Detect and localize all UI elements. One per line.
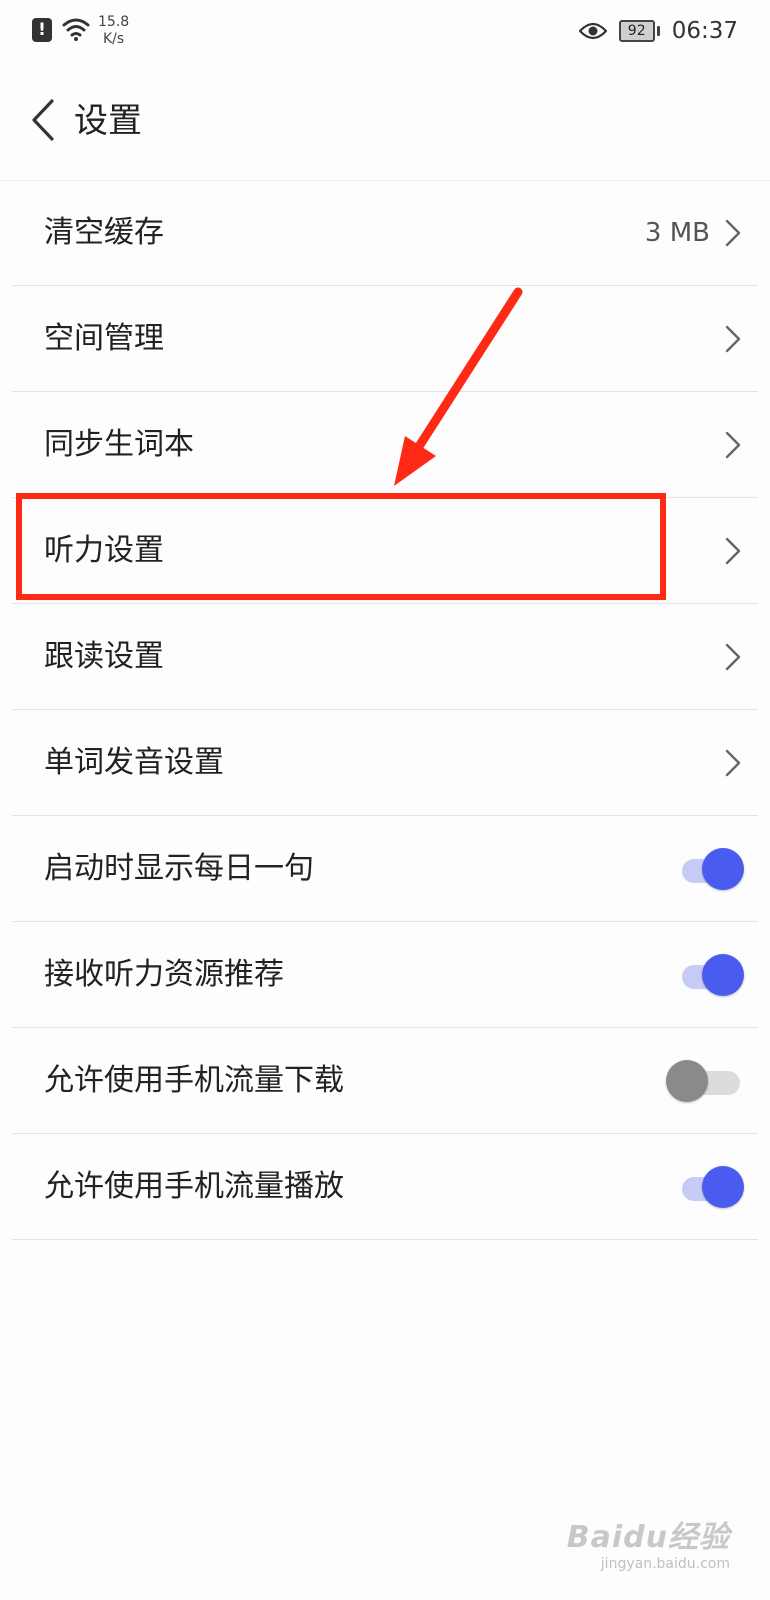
toggle-knob xyxy=(702,848,744,890)
chevron-right-icon xyxy=(725,431,741,459)
mobile-data-playback-toggle[interactable] xyxy=(680,1166,744,1208)
alert-icon: ! xyxy=(32,18,52,42)
settings-item-label: 启动时显示每日一句 xyxy=(44,851,314,886)
watermark: Baidu经验 jingyan.baidu.com xyxy=(567,1512,730,1572)
net-speed-value: 15.8 xyxy=(98,14,130,30)
net-speed-unit: K/s xyxy=(102,31,125,47)
status-bar-left: ! 15.8 K/s xyxy=(32,14,129,48)
battery-tip xyxy=(656,26,660,36)
wifi-icon xyxy=(62,18,90,41)
status-bar: ! 15.8 K/s 92 06:37 xyxy=(0,0,770,60)
status-bar-right: 92 06:37 xyxy=(578,14,738,48)
app-header: 设置 xyxy=(0,60,770,181)
listening-recommend-toggle[interactable] xyxy=(680,954,744,996)
settings-list: 清空缓存 3 MB 空间管理 同步生词本 听力设置 跟读设置 单词发音设置 启动… xyxy=(12,180,758,1240)
settings-item-label: 听力设置 xyxy=(44,533,164,568)
chevron-right-icon xyxy=(725,537,741,565)
watermark-url: jingyan.baidu.com xyxy=(600,1556,730,1572)
settings-item-label: 同步生词本 xyxy=(44,427,194,462)
chevron-right-icon xyxy=(725,749,741,777)
settings-item-word-pronunciation[interactable]: 单词发音设置 xyxy=(12,710,758,816)
clock: 06:37 xyxy=(671,18,738,44)
toggle-knob xyxy=(702,1166,744,1208)
chevron-right-icon xyxy=(725,325,741,353)
settings-item-label: 跟读设置 xyxy=(44,639,164,674)
daily-sentence-toggle[interactable] xyxy=(680,848,744,890)
settings-item-clear-cache[interactable]: 清空缓存 3 MB xyxy=(12,180,758,286)
settings-item-label: 允许使用手机流量下载 xyxy=(44,1063,344,1098)
toggle-knob xyxy=(702,954,744,996)
chevron-left-icon[interactable] xyxy=(30,98,58,142)
chevron-right-icon xyxy=(725,643,741,671)
settings-item-label: 清空缓存 xyxy=(44,215,164,250)
settings-item-mobile-data-playback: 允许使用手机流量播放 xyxy=(12,1134,758,1240)
settings-item-daily-sentence: 启动时显示每日一句 xyxy=(12,816,758,922)
toggle-knob xyxy=(666,1060,708,1102)
watermark-logo: Baidu经验 xyxy=(566,1520,730,1555)
settings-item-label: 允许使用手机流量播放 xyxy=(44,1169,344,1204)
chevron-right-icon xyxy=(725,219,741,247)
settings-item-listening-settings[interactable]: 听力设置 xyxy=(12,498,758,604)
settings-item-listening-recommend: 接收听力资源推荐 xyxy=(12,922,758,1028)
settings-item-mobile-data-download: 允许使用手机流量下载 xyxy=(12,1028,758,1134)
battery-icon: 92 xyxy=(618,20,655,42)
settings-item-label: 接收听力资源推荐 xyxy=(44,957,284,992)
settings-item-sync-wordbook[interactable]: 同步生词本 xyxy=(12,392,758,498)
settings-item-label: 空间管理 xyxy=(44,321,164,356)
net-speed: 15.8 K/s xyxy=(98,14,129,48)
settings-item-label: 单词发音设置 xyxy=(44,745,224,780)
settings-item-shadowing-settings[interactable]: 跟读设置 xyxy=(12,604,758,710)
page-title: 设置 xyxy=(74,101,142,141)
settings-item-space-management[interactable]: 空间管理 xyxy=(12,286,758,392)
cache-size-value: 3 MB xyxy=(644,218,710,248)
mobile-data-download-toggle[interactable] xyxy=(666,1060,744,1102)
eye-icon xyxy=(578,22,607,40)
